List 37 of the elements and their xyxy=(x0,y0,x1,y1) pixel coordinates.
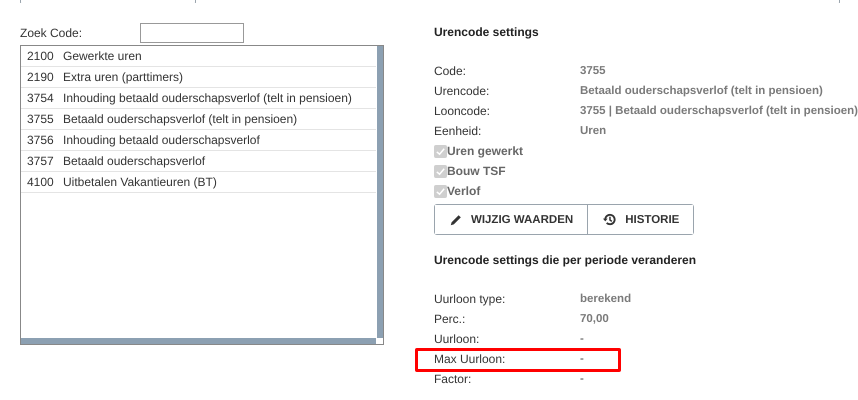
pencil-icon xyxy=(448,212,463,226)
section-title: Urencode settings die per periode veranderen xyxy=(434,253,698,267)
field-label: Urencode: xyxy=(434,83,490,100)
field-value: 3755 xyxy=(580,64,606,79)
checkbox-label: Bouw TSF xyxy=(446,164,506,178)
code-list-item[interactable]: 3755 Betaald ouderschapsverlof (telt in pensioen) xyxy=(21,109,376,130)
field-label: Code: xyxy=(434,63,467,80)
field-value: Betaald ouderschapsverlof (telt in pensioen) xyxy=(580,84,823,99)
search-field[interactable] xyxy=(140,23,244,43)
history-icon xyxy=(602,212,618,227)
field-label: Perc.: xyxy=(434,311,466,328)
field-label: Eenheid: xyxy=(434,123,482,140)
field-label: Uurloon: xyxy=(434,331,480,348)
code-list-item[interactable]: 2100 Gewerkte uren xyxy=(21,46,376,67)
field-value: Uren xyxy=(580,124,606,139)
field-label: Max Uurloon: xyxy=(434,351,506,368)
code-list-item[interactable]: 3757 Betaald ouderschapsverlof xyxy=(21,151,376,172)
code-list-item[interactable]: 3756 Inhouding betaald ouderschapsverlof xyxy=(21,130,376,151)
field-value: berekend xyxy=(580,292,632,307)
scrollbar[interactable] xyxy=(376,46,383,338)
checkbox-label: Verlof xyxy=(446,184,480,198)
field-label: Factor: xyxy=(434,371,472,388)
section-title: Urencode settings xyxy=(434,25,540,39)
field-value: - xyxy=(580,332,584,347)
scrollbar[interactable] xyxy=(21,338,376,344)
history-button[interactable]: HISTORIE xyxy=(587,205,694,234)
field-value: - xyxy=(580,352,584,367)
code-list-item[interactable]: 2190 Extra uren (parttimers) xyxy=(21,67,376,88)
checkbox-label: Uren gewerkt xyxy=(446,144,523,158)
field-value: 70,00 xyxy=(580,312,609,327)
field-label: Looncode: xyxy=(434,103,492,120)
field-value: 3755 | Betaald ouderschapsverlof (telt in pensioen) xyxy=(580,104,858,119)
code-list-item[interactable]: 3754 Inhouding betaald ouderschapsverlof (telt in pensioen) xyxy=(21,88,376,109)
code-list-item[interactable]: 4100 Uitbetalen Vakantieuren (BT) xyxy=(21,172,376,193)
search-label: Zoek Code: xyxy=(20,26,84,40)
field-value: - xyxy=(580,372,584,387)
field-label: Uurloon type: xyxy=(434,291,506,308)
